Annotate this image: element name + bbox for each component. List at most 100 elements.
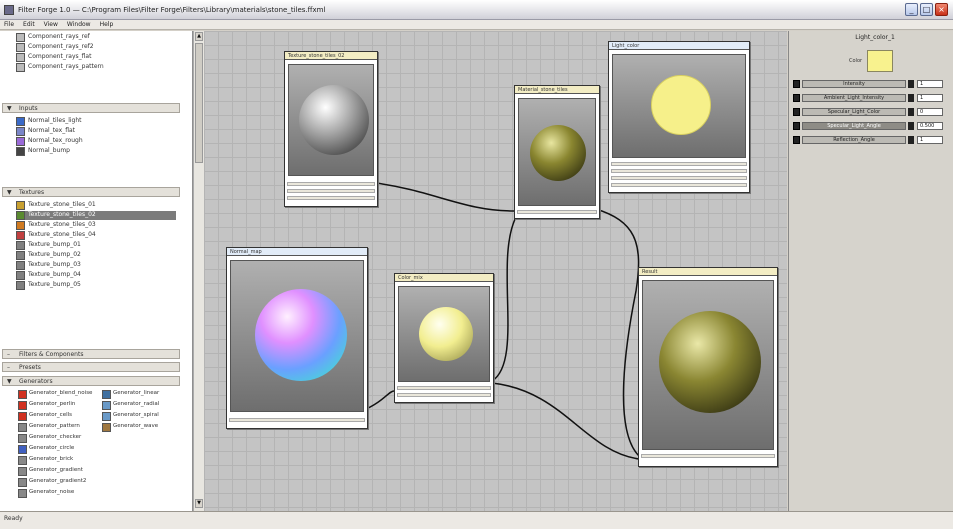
list-item[interactable]: Generator_radial [102, 401, 159, 410]
lock-icon[interactable] [908, 108, 914, 116]
section-header-inputs[interactable]: ▼ Inputs [2, 103, 180, 113]
node-port[interactable] [611, 183, 747, 187]
node-preview [518, 98, 596, 206]
color-swatch[interactable] [867, 50, 893, 72]
list-item[interactable]: Texture_bump_03 [16, 261, 176, 270]
scroll-up-arrow-icon[interactable]: ▲ [195, 32, 203, 41]
restore-button[interactable]: □ [920, 3, 933, 16]
list-item[interactable]: Component_rays_ref2 [16, 43, 176, 52]
menu-edit[interactable]: Edit [19, 20, 40, 28]
lock-icon[interactable] [908, 94, 914, 102]
node-port[interactable] [397, 393, 491, 397]
param-slider[interactable]: Reflection_Angle [802, 136, 906, 144]
list-item[interactable]: Generator_gradient2 [18, 478, 86, 487]
properties-title: Light_color_1 [855, 34, 895, 41]
list-item[interactable]: Normal_tiles_light [16, 117, 176, 126]
list-item[interactable]: Generator_checker [18, 434, 81, 443]
list-item[interactable]: Component_rays_pattern [16, 63, 176, 72]
lock-icon[interactable] [793, 94, 800, 102]
node-normal-map[interactable]: Normal_map [226, 247, 368, 429]
node-texture[interactable]: Texture_stone_tiles_02 [284, 51, 378, 207]
param-value-input[interactable]: 0 [917, 108, 943, 116]
menu-view[interactable]: View [40, 20, 63, 28]
param-row: Intensity 1 [793, 79, 949, 89]
node-port[interactable] [397, 386, 491, 390]
list-item[interactable]: Generator_pattern [18, 423, 80, 432]
close-button[interactable]: × [935, 3, 948, 16]
list-item[interactable]: Texture_bump_04 [16, 271, 176, 280]
param-slider[interactable]: Specular_Light_Color [802, 108, 906, 116]
param-value-input[interactable]: 0.500 [917, 122, 943, 130]
node-light-color[interactable]: Light_color [608, 41, 750, 193]
lock-icon[interactable] [908, 122, 914, 130]
param-value-input[interactable]: 1 [917, 80, 943, 88]
list-item[interactable]: Generator_wave [102, 423, 158, 432]
param-slider[interactable]: Intensity [802, 80, 906, 88]
node-port[interactable] [611, 162, 747, 166]
lock-icon[interactable] [908, 136, 914, 144]
menu-help[interactable]: Help [96, 20, 119, 28]
node-port[interactable] [229, 418, 365, 422]
node-color-mix[interactable]: Color_mix [394, 273, 494, 403]
list-item[interactable]: Texture_bump_01 [16, 241, 176, 250]
lock-icon[interactable] [793, 80, 800, 88]
node-port[interactable] [287, 196, 375, 200]
list-item[interactable]: Normal_tex_rough [16, 137, 176, 146]
list-item[interactable]: Texture_bump_02 [16, 251, 176, 260]
menu-file[interactable]: File [0, 20, 19, 28]
list-item[interactable]: Normal_bump [16, 147, 176, 156]
list-item[interactable]: Component_rays_flat [16, 53, 176, 62]
list-item[interactable]: Normal_tex_flat [16, 127, 176, 136]
param-slider[interactable]: Ambient_Light_Intensity [802, 94, 906, 102]
list-item[interactable]: Generator_perlin [18, 401, 75, 410]
app-icon [4, 5, 14, 15]
section-header-textures[interactable]: ▼ Textures [2, 187, 180, 197]
list-item[interactable]: Texture_stone_tiles_03 [16, 221, 176, 230]
param-value-input[interactable]: 1 [917, 136, 943, 144]
node-port[interactable] [287, 182, 375, 186]
list-item[interactable]: Generator_gradient [18, 467, 83, 476]
node-result[interactable]: Result [638, 267, 778, 467]
list-item[interactable]: Generator_cells [18, 412, 72, 421]
lock-icon[interactable] [908, 80, 914, 88]
scroll-down-arrow-icon[interactable]: ▼ [195, 499, 203, 508]
node-port[interactable] [611, 169, 747, 173]
scrollbar-thumb[interactable] [195, 43, 203, 163]
node-port[interactable] [287, 189, 375, 193]
node-port[interactable] [611, 176, 747, 180]
list-item[interactable]: Generator_circle [18, 445, 74, 454]
collapse-triangle-icon: ▼ [7, 378, 12, 385]
list-item[interactable]: Texture_stone_tiles_04 [16, 231, 176, 240]
lock-icon[interactable] [793, 108, 800, 116]
section-header-presets[interactable]: – Presets [2, 362, 180, 372]
section-header-generators[interactable]: ▼ Generators [2, 376, 180, 386]
node-port[interactable] [641, 454, 775, 458]
lock-icon[interactable] [793, 122, 800, 130]
list-item[interactable]: Texture_bump_05 [16, 281, 176, 290]
param-slider[interactable]: Specular_Light_Angle [802, 122, 906, 130]
section-header-filters[interactable]: – Filters & Components [2, 349, 180, 359]
node-port[interactable] [517, 210, 597, 214]
list-item[interactable]: Generator_spiral [102, 412, 159, 421]
minimize-button[interactable]: _ [905, 3, 918, 16]
list-item[interactable]: Generator_brick [18, 456, 73, 465]
node-canvas[interactable]: Texture_stone_tiles_02 Normal_map Color_… [204, 31, 787, 511]
swatch-label: Color [849, 58, 863, 64]
node-preview [642, 280, 774, 450]
node-material[interactable]: Material_stone_tiles [514, 85, 600, 219]
generator-icon [18, 390, 27, 399]
list-item[interactable]: Component_rays_ref [16, 33, 176, 42]
list-item[interactable]: Generator_blend_noise [18, 390, 92, 399]
library-panel: Component_rays_ref Component_rays_ref2 C… [0, 31, 193, 511]
menu-window[interactable]: Window [63, 20, 96, 28]
list-item[interactable]: Generator_linear [102, 390, 159, 399]
list-item[interactable]: Generator_noise [18, 489, 74, 498]
texture-icon [16, 221, 25, 230]
node-title: Result [639, 268, 777, 276]
library-scrollbar[interactable]: ▲ ▼ [193, 31, 204, 511]
param-value-input[interactable]: 1 [917, 94, 943, 102]
lock-icon[interactable] [793, 136, 800, 144]
generator-icon [18, 412, 27, 421]
list-item-selected[interactable]: Texture_stone_tiles_02 [16, 211, 176, 220]
list-item[interactable]: Texture_stone_tiles_01 [16, 201, 176, 210]
